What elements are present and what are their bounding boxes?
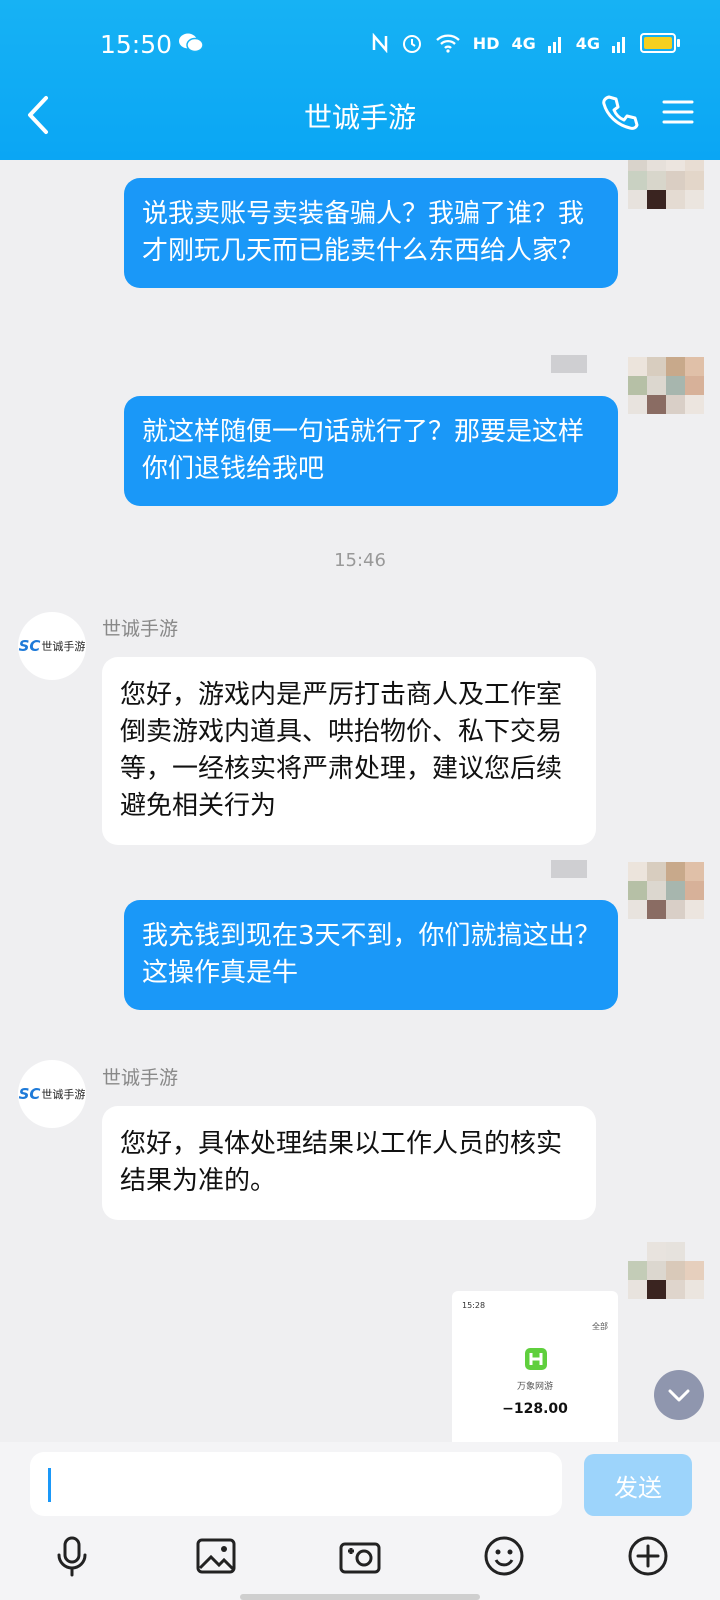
battery-icon (640, 33, 680, 53)
status-bar: 15:50 HD 4G 4G (0, 0, 720, 92)
text-cursor (48, 1468, 51, 1502)
wechat-icon (178, 32, 204, 58)
microphone-icon (57, 1536, 87, 1577)
sender-name: 世诚手游 (102, 618, 179, 640)
status-icons: HD 4G 4G (371, 32, 680, 54)
image-amount: −128.00 (502, 1401, 568, 1417)
image-tag: 全部 (592, 1322, 608, 1331)
emoji-button[interactable] (482, 1534, 526, 1578)
outgoing-message[interactable]: 说我卖账号卖装备骗人？我骗了谁？我才刚玩几天而已能卖什么东西给人家？ (124, 178, 618, 288)
signal-2-label: 4G (575, 33, 600, 53)
user-avatar[interactable] (628, 862, 704, 938)
sender-nickname-blurred (551, 355, 587, 373)
user-avatar[interactable] (628, 357, 704, 433)
header: 15:50 HD 4G 4G 世诚手游 (0, 0, 720, 160)
nav-bar: 世诚手游 (0, 92, 720, 160)
camera-icon (339, 1542, 381, 1574)
signal-icon-2 (612, 37, 625, 53)
chevron-down-icon (668, 1389, 690, 1402)
wifi-icon (436, 34, 460, 53)
call-button[interactable] (600, 92, 644, 136)
service-logo: SC 世诚手游 (19, 1085, 86, 1103)
outgoing-message[interactable]: 我充钱到现在3天不到，你们就搞这出？这操作真是牛 (124, 900, 618, 1010)
nfc-icon (372, 33, 388, 53)
voice-button[interactable] (50, 1534, 94, 1578)
image-status-time: 15:28 (462, 1301, 486, 1310)
sender-nickname-blurred (551, 860, 587, 878)
image-message[interactable]: 15:28 全部 万象网游 −128.00 (452, 1291, 618, 1442)
camera-button[interactable] (338, 1534, 382, 1578)
service-logo: SC 世诚手游 (19, 637, 86, 655)
user-avatar[interactable] (628, 160, 704, 228)
service-logo-text: 世诚手游 (41, 1088, 86, 1101)
image-app-name: 万象网游 (516, 1382, 553, 1392)
service-logo-mark: SC (18, 1085, 41, 1103)
signal-icon (547, 37, 561, 53)
plus-icon (628, 1536, 668, 1576)
menu-icon (662, 100, 694, 124)
service-avatar[interactable]: SC 世诚手游 (18, 1060, 86, 1128)
app-logo-icon (525, 1348, 547, 1370)
outgoing-message[interactable]: 就这样随便一句话就行了？那要是这样你们退钱给我吧 (124, 396, 618, 506)
signal-1-label: 4G (511, 33, 536, 53)
scroll-to-bottom-button[interactable] (654, 1370, 704, 1420)
menu-button[interactable] (660, 94, 700, 134)
image-icon (196, 1538, 236, 1574)
service-avatar[interactable]: SC 世诚手游 (18, 612, 86, 680)
home-indicator[interactable] (240, 1594, 480, 1600)
send-button[interactable]: 发送 (584, 1454, 692, 1516)
message-timestamp: 15:46 (334, 550, 386, 571)
input-toolbar (0, 1534, 720, 1594)
emoji-icon (484, 1536, 524, 1576)
wifi-label: HD (472, 33, 500, 53)
alarm-icon (402, 35, 421, 53)
status-time: 15:50 (100, 30, 173, 59)
chat-area[interactable]: 说我卖账号卖装备骗人？我骗了谁？我才刚玩几天而已能卖什么东西给人家？ 就这样随便… (0, 160, 720, 1442)
incoming-message[interactable]: 您好，游戏内是严厉打击商人及工作室倒卖游戏内道具、哄抬物价、私下交易等，一经核实… (102, 657, 596, 845)
incoming-message[interactable]: 您好，具体处理结果以工作人员的核实结果为准的。 (102, 1106, 596, 1220)
sender-name: 世诚手游 (102, 1067, 179, 1089)
service-logo-mark: SC (18, 637, 41, 655)
more-button[interactable] (626, 1534, 670, 1578)
phone-icon (602, 95, 639, 130)
input-area: 发送 (0, 1442, 720, 1600)
service-logo-text: 世诚手游 (41, 640, 86, 653)
gallery-button[interactable] (194, 1534, 238, 1578)
user-avatar[interactable] (628, 1242, 704, 1318)
message-input[interactable] (30, 1452, 562, 1516)
